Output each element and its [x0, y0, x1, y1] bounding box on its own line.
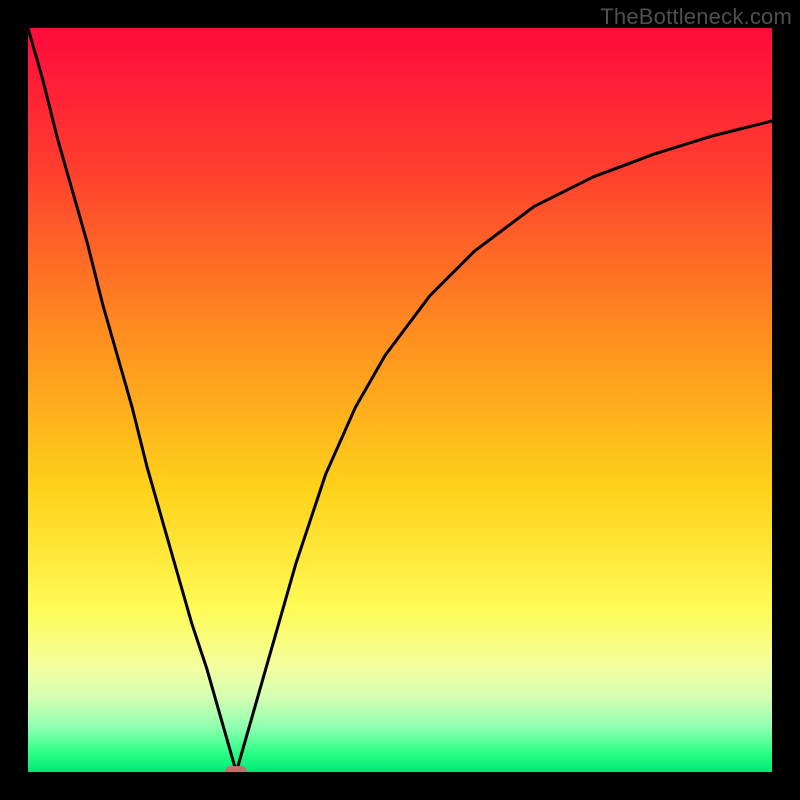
optimal-point-marker	[225, 766, 247, 772]
bottleneck-chart	[28, 28, 772, 772]
plot-area	[28, 28, 772, 772]
watermark-text: TheBottleneck.com	[600, 4, 792, 30]
chart-frame: TheBottleneck.com	[0, 0, 800, 800]
gradient-background	[28, 28, 772, 772]
